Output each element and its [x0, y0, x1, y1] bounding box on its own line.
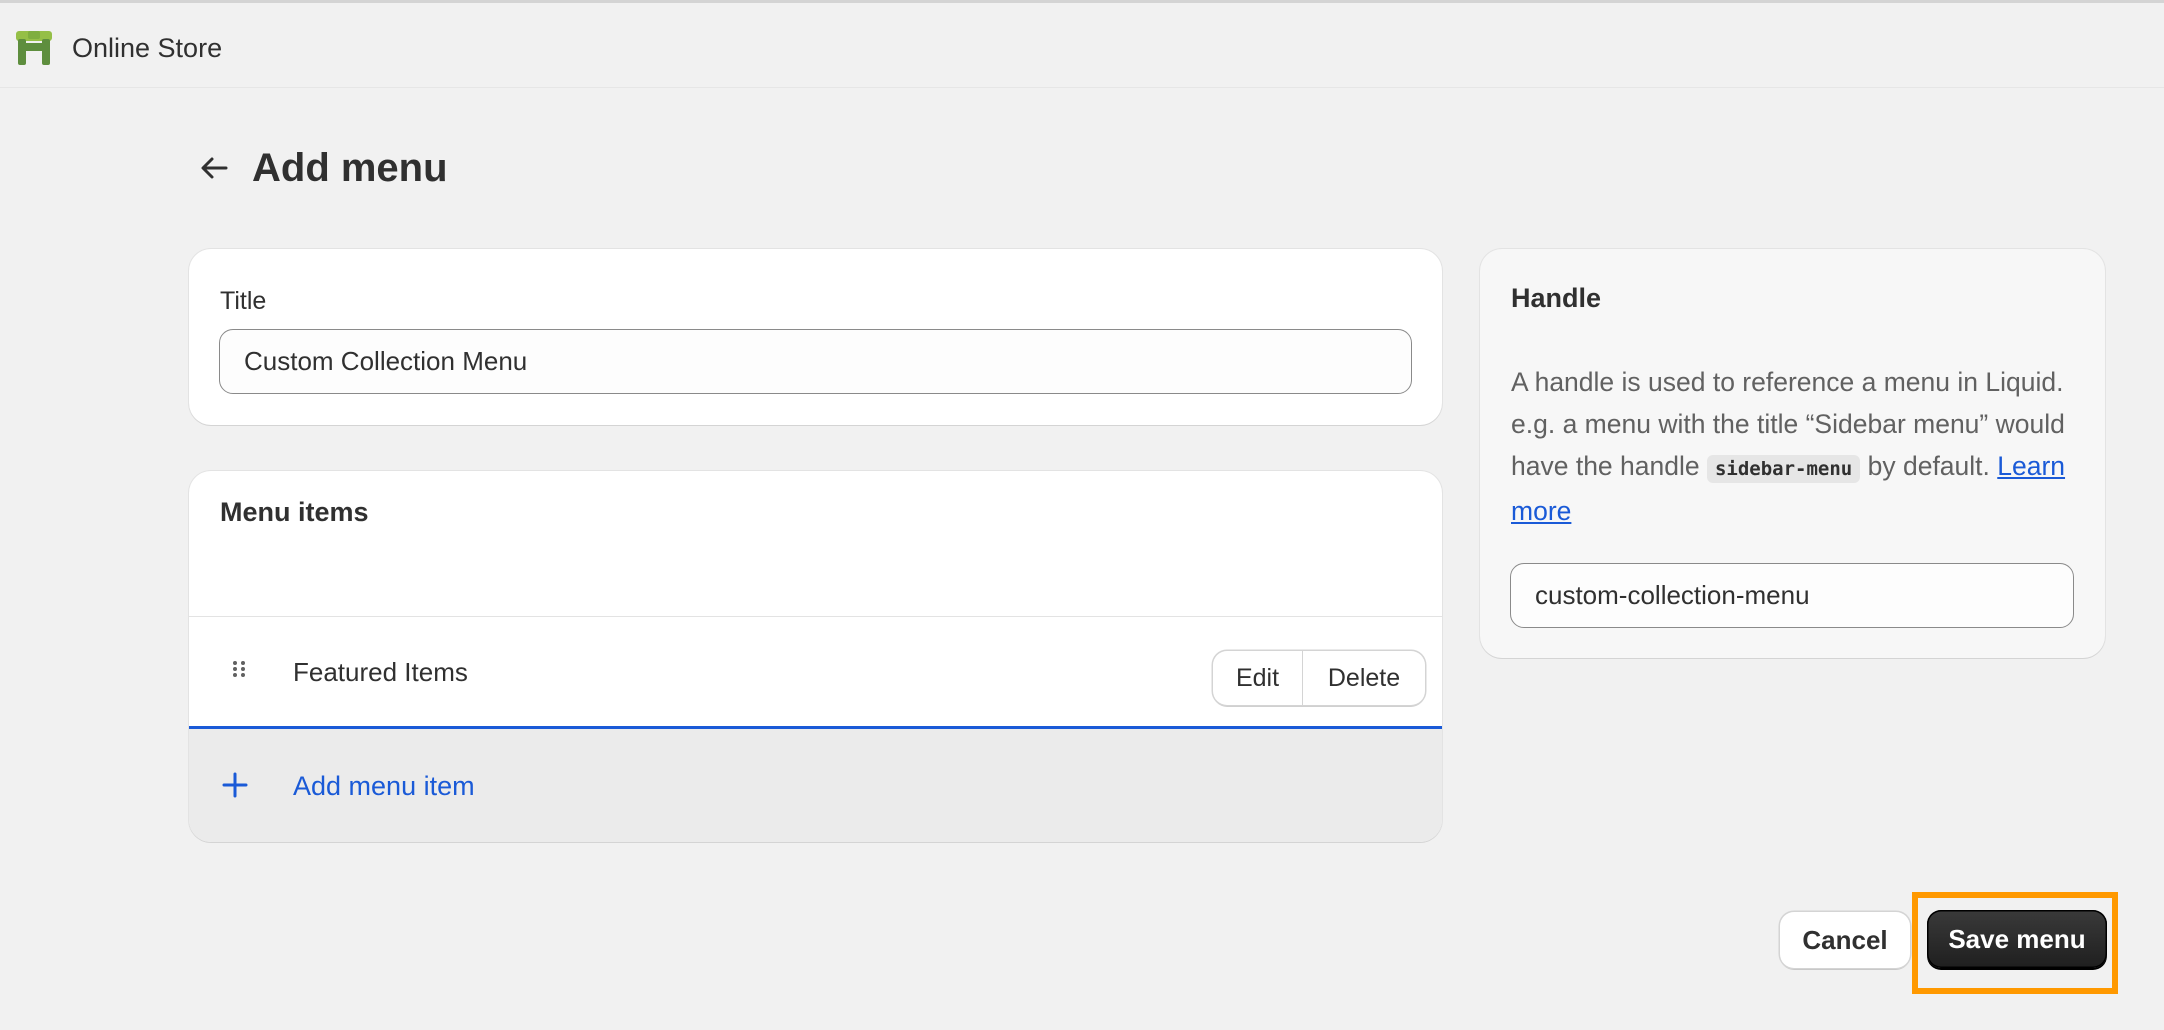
menu-item-row: Featured Items Edit Delete: [189, 617, 1442, 729]
title-input[interactable]: [219, 329, 1412, 394]
arrow-left-icon[interactable]: [190, 144, 238, 192]
menu-item-actions: Edit Delete: [1213, 651, 1425, 705]
delete-button[interactable]: Delete: [1303, 651, 1425, 705]
shopify-store-icon: [14, 27, 54, 67]
page-header: Add menu: [190, 140, 448, 196]
save-menu-button[interactable]: Save menu: [1927, 910, 2107, 968]
title-card: Title: [189, 249, 1442, 425]
app-name: Online Store: [72, 33, 223, 63]
handle-desc-text-2: by default.: [1860, 451, 1998, 481]
handle-code-example: sidebar-menu: [1706, 455, 1861, 483]
page-title: Add menu: [252, 145, 448, 190]
top-bar: Online Store: [0, 0, 2164, 88]
edit-button[interactable]: Edit: [1213, 651, 1303, 705]
title-label: Title: [220, 287, 267, 315]
add-menu-item-label: Add menu item: [293, 771, 475, 801]
handle-card: Handle A handle is used to reference a m…: [1480, 249, 2105, 658]
handle-input[interactable]: [1510, 563, 2074, 628]
plus-icon: [219, 769, 251, 801]
add-menu-item-button[interactable]: Add menu item: [189, 729, 1442, 842]
handle-title: Handle: [1511, 283, 1602, 313]
drag-handle-icon[interactable]: [229, 655, 249, 683]
menu-items-card: Menu items Featured Items Edit Delete Ad…: [189, 471, 1442, 842]
menu-items-title: Menu items: [220, 497, 369, 527]
handle-description: A handle is used to reference a menu in …: [1511, 361, 2081, 532]
menu-item-label: Featured Items: [293, 657, 468, 687]
cancel-button[interactable]: Cancel: [1780, 912, 1910, 968]
